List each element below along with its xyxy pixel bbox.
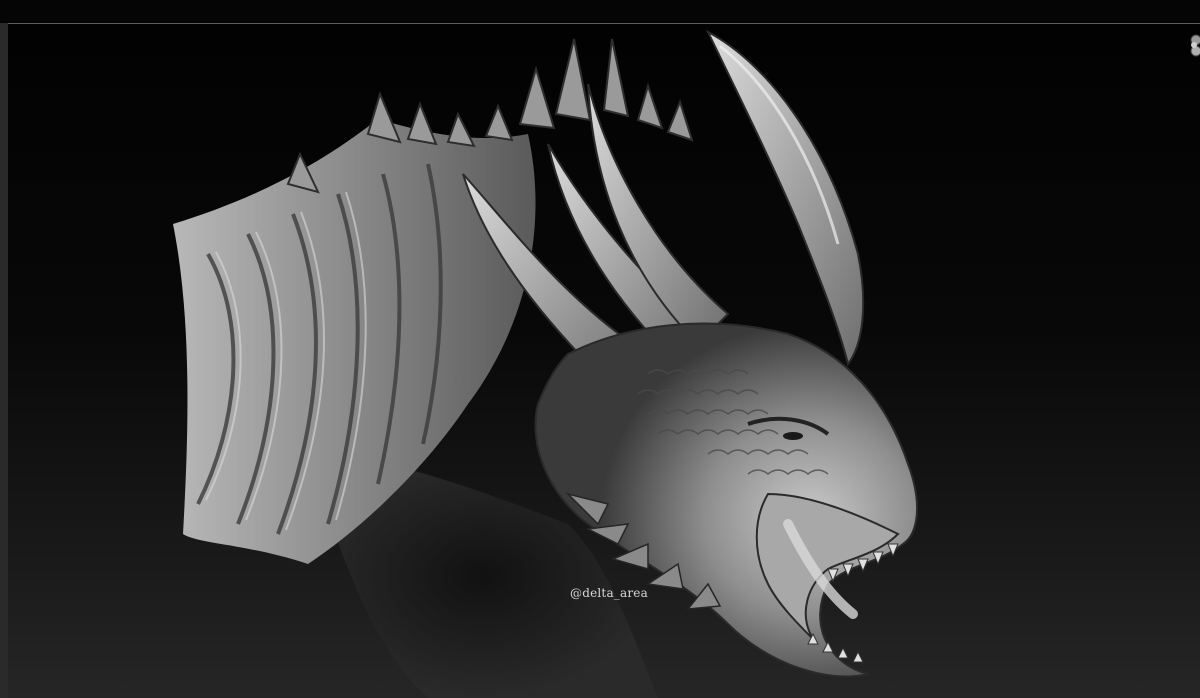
left-side-strip (0, 23, 8, 698)
watermark-text: @delta_area (570, 586, 648, 600)
top-toolbar (0, 0, 1200, 24)
app-window: @delta_area (0, 0, 1200, 698)
3d-viewport[interactable]: @delta_area (8, 24, 1200, 698)
navigation-gizmo-icon[interactable] (1186, 32, 1200, 60)
